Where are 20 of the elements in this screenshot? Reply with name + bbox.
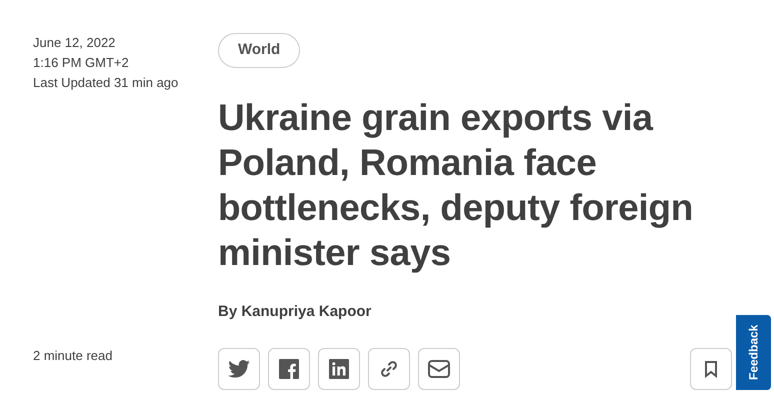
link-button[interactable] (368, 348, 410, 390)
email-button[interactable] (418, 348, 460, 390)
link-icon (379, 359, 399, 379)
bookmark-icon (705, 360, 717, 378)
read-time: 2 minute read (33, 347, 114, 365)
publish-date: June 12, 2022 (33, 34, 116, 52)
publish-time: 1:16 PM GMT+2 (33, 54, 130, 72)
last-updated: Last Updated 31 min ago (33, 74, 180, 92)
headline: Ukraine grain exports via Poland, Romania face bottlenecks, deputy foreign minister says (218, 96, 694, 274)
linkedin-icon (329, 359, 349, 379)
linkedin-button[interactable] (318, 348, 360, 390)
feedback-tab[interactable]: Feedback (736, 315, 771, 390)
facebook-button[interactable] (268, 348, 310, 390)
bookmark-button[interactable] (690, 348, 732, 390)
byline: By Kanupriya Kapoor (218, 302, 372, 322)
envelope-icon (428, 360, 450, 378)
category-tag[interactable]: World (218, 33, 300, 68)
bird-icon (228, 360, 250, 378)
facebook-icon (279, 359, 299, 379)
twitter-button[interactable] (218, 348, 260, 390)
